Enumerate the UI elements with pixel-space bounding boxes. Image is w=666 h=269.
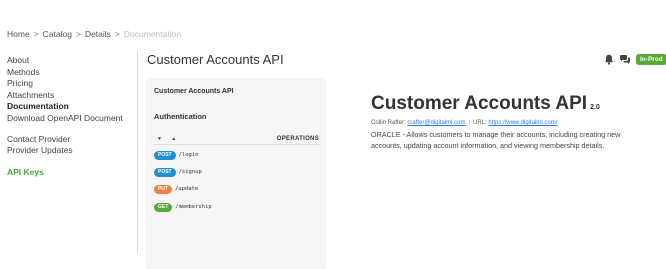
- api-title-text: Customer Accounts API: [371, 93, 588, 114]
- operation-item[interactable]: GET /membership: [154, 202, 212, 212]
- sort-arrows-icon[interactable]: ▼ ▲: [154, 136, 180, 142]
- sidebar-nav: About Methods Pricing Attachments Docume…: [7, 55, 129, 178]
- sidebar-item-provider-updates[interactable]: Provider Updates: [7, 145, 129, 157]
- sidebar-item-contact-provider[interactable]: Contact Provider: [7, 134, 129, 146]
- status-badge: In-Prod: [636, 54, 666, 65]
- breadcrumb-catalog[interactable]: Catalog: [43, 29, 72, 39]
- vertical-divider: [137, 51, 138, 253]
- operations-header: ▼ ▲ OPERATIONS: [154, 133, 319, 145]
- sidebar-item-methods[interactable]: Methods: [7, 67, 129, 79]
- sidebar-item-api-keys[interactable]: API Keys: [7, 167, 129, 179]
- operation-item[interactable]: PUT /update: [154, 184, 198, 194]
- bell-icon[interactable]: [604, 54, 614, 65]
- breadcrumb-separator: >: [33, 29, 39, 39]
- operation-item[interactable]: POST /login: [154, 150, 199, 160]
- api-title: Customer Accounts API 2.0: [371, 93, 600, 115]
- breadcrumb-separator: >: [114, 29, 120, 39]
- author-name: Collin Rafter:: [371, 120, 406, 126]
- operation-path: /update: [175, 186, 199, 192]
- api-url-link[interactable]: https://www.digitalml.com/: [488, 120, 557, 126]
- sidebar-item-documentation[interactable]: Documentation: [7, 101, 129, 113]
- api-description: ORACLE - Allows customers to manage thei…: [371, 130, 621, 150]
- header-actions: In-Prod: [604, 54, 666, 65]
- operations-label: OPERATIONS: [276, 135, 319, 142]
- method-badge-get: GET: [154, 202, 173, 212]
- author-email-link[interactable]: crafter@digitalml.com: [407, 120, 465, 126]
- page-title: Customer Accounts API: [147, 52, 284, 67]
- panel-title: Customer Accounts API: [154, 88, 234, 95]
- sidebar-item-attachments[interactable]: Attachments: [7, 90, 129, 102]
- url-label: URL:: [473, 120, 487, 126]
- meta-separator: |: [468, 120, 471, 126]
- sidebar-item-pricing[interactable]: Pricing: [7, 78, 129, 90]
- operation-path: /membership: [175, 204, 212, 210]
- breadcrumb-current: Documentation: [123, 29, 182, 39]
- method-badge-post: POST: [154, 167, 176, 177]
- method-badge-put: PUT: [154, 184, 172, 194]
- breadcrumb: Home > Catalog > Details > Documentation: [7, 29, 181, 39]
- sidebar-item-download-openapi[interactable]: Download OpenAPI Document: [7, 113, 129, 125]
- operation-path: /login: [178, 152, 199, 158]
- operation-path: /signup: [178, 169, 202, 175]
- sidebar-item-about[interactable]: About: [7, 55, 129, 67]
- feedback-icon[interactable]: [619, 54, 631, 65]
- breadcrumb-home[interactable]: Home: [7, 29, 30, 39]
- panel-section-authentication: Authentication: [154, 112, 207, 121]
- api-meta: Collin Rafter: crafter@digitalml.com | URL…: [371, 120, 557, 126]
- operations-panel: Customer Accounts API Authentication ▼ ▲…: [146, 78, 326, 269]
- breadcrumb-details[interactable]: Details: [85, 29, 111, 39]
- method-badge-post: POST: [154, 150, 176, 160]
- api-version: 2.0: [590, 104, 600, 111]
- breadcrumb-separator: >: [75, 29, 81, 39]
- operation-item[interactable]: POST /signup: [154, 167, 202, 177]
